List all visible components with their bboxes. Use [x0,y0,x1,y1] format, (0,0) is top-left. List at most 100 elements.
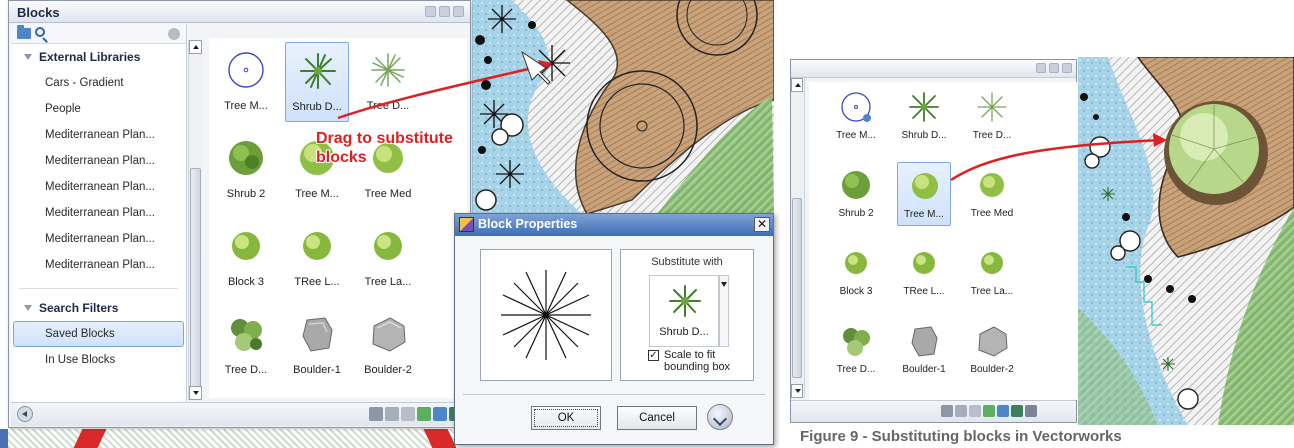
block-tile-selected[interactable]: Tree M... [897,162,951,226]
block-tile[interactable]: Tree D... [214,306,278,386]
block-tile[interactable]: TRee L... [897,240,951,304]
library-item[interactable]: Mediterranean Plan... [11,174,186,200]
block-tile[interactable]: Tree D... [829,318,883,382]
block-label: Shrub 2 [838,208,874,219]
blocks-scrollbar[interactable] [791,78,805,398]
block-tile[interactable]: Tree La... [356,218,420,298]
block-tile[interactable]: Block 3 [214,218,278,298]
folder-icon[interactable] [17,25,31,39]
block-tile[interactable]: Boulder-2 [965,318,1019,382]
block-tile[interactable]: Shrub 2 [214,130,278,210]
library-item[interactable]: Mediterranean Plan... [11,252,186,278]
substitute-block-picker[interactable]: Shrub D... [649,275,719,347]
boulder-icon [302,317,333,352]
shrub-spiky-icon [669,285,701,317]
block-view-icon[interactable] [401,407,415,421]
library-item[interactable]: Mediterranean Plan... [11,226,186,252]
export-icon[interactable] [1011,405,1023,417]
block-tile[interactable]: Block 3 [829,240,883,304]
block-view-icon[interactable] [941,405,953,417]
folder-icon[interactable] [433,407,447,421]
library-item[interactable]: Mediterranean Plan... [11,148,186,174]
block-tile[interactable]: TRee L... [285,218,349,298]
block-tile[interactable]: Tree M... [214,42,278,122]
block-tile[interactable]: Shrub D... [897,84,951,148]
dialog-title-bar[interactable]: Block Properties ✕ [455,214,773,236]
trash-icon[interactable] [1025,405,1037,417]
pin-icon[interactable] [425,6,436,17]
expand-options-button[interactable] [707,404,733,430]
scroll-down-button[interactable] [189,386,202,400]
site-plan-canvas-right[interactable] [1078,57,1294,425]
help-icon[interactable] [1049,63,1059,73]
scroll-up-button[interactable] [189,40,202,54]
block-view-icon[interactable] [955,405,967,417]
block-label: Boulder-1 [293,364,341,376]
scroll-down-button[interactable] [791,384,803,398]
block-tile[interactable]: Boulder-2 [356,306,420,386]
block-tile[interactable]: Tree La... [965,240,1019,304]
link-icon[interactable] [417,407,431,421]
tree-round-icon [845,252,867,274]
block-view-icon[interactable] [385,407,399,421]
close-icon[interactable] [1062,63,1072,73]
scale-to-fit-label: Scale to fit bounding box [664,349,731,373]
filter-saved-blocks[interactable]: Saved Blocks [13,321,184,347]
library-item[interactable]: Mediterranean Plan... [11,122,186,148]
folder-icon[interactable] [997,405,1009,417]
ok-button[interactable]: OK [531,406,601,430]
block-tile[interactable]: Shrub 2 [829,162,883,226]
link-icon[interactable] [983,405,995,417]
block-tile[interactable]: Boulder-1 [897,318,951,382]
block-view-icon[interactable] [969,405,981,417]
palette-title-bar[interactable]: Blocks [9,1,470,23]
block-label: Tree M... [836,130,876,141]
group-label: External Libraries [39,50,141,64]
group-external-libraries[interactable]: External Libraries [11,44,186,70]
drag-arrow-result [950,133,1167,182]
canvas-left-edge [0,429,8,448]
figure-caption: Figure 9 - Substituting blocks in Vector… [800,428,1122,445]
collapse-triangle-icon[interactable] [24,305,32,311]
filter-in-use-blocks[interactable]: In Use Blocks [11,347,186,373]
palette-title-bar[interactable] [791,60,1076,78]
block-label: Tree Med [970,208,1014,219]
blocks-scrollbar[interactable] [188,40,202,400]
tree-round-icon [912,173,938,199]
close-icon[interactable] [453,6,464,17]
collapse-sidebar-button[interactable] [17,406,33,422]
red-path-marker [73,429,107,448]
block-view-icon[interactable] [369,407,383,421]
pin-icon[interactable] [1036,63,1046,73]
sidebar-toolbar [11,24,186,44]
library-item[interactable]: Cars - Gradient [11,70,186,96]
divider [19,288,178,289]
scroll-thumb[interactable] [792,198,802,378]
scroll-up-button[interactable] [791,78,803,92]
clear-search-icon[interactable] [168,28,180,40]
library-sidebar: External Libraries Cars - Gradient Peopl… [11,24,187,402]
substitute-dropdown-button[interactable] [719,275,729,347]
shrub-spiky-icon [909,92,939,122]
scale-to-fit-checkbox[interactable]: ✓ [648,350,659,361]
library-item[interactable]: Mediterranean Plan... [11,200,186,226]
boulder-icon [911,326,938,357]
search-icon[interactable] [35,27,45,37]
site-plan-canvas-bottom[interactable] [8,429,458,448]
library-item[interactable]: People [11,96,186,122]
block-tile[interactable]: Tree M... [829,84,883,148]
block-tile[interactable]: Boulder-1 [285,306,349,386]
block-label: Tree M... [224,100,268,112]
close-icon[interactable]: ✕ [754,217,770,232]
blocks-palette-after: Tree M... Shrub D... Tree D... Shrub 2 T… [790,59,1079,423]
substitute-block-name: Shrub D... [659,326,709,338]
collapse-triangle-icon[interactable] [24,54,32,60]
block-label: Tree La... [970,286,1014,297]
scroll-thumb[interactable] [190,168,201,390]
cancel-button[interactable]: Cancel [617,406,697,430]
hatch-strip [8,429,458,448]
block-label: Tree Med [364,188,412,200]
group-search-filters[interactable]: Search Filters [11,295,186,321]
block-properties-dialog: Block Properties ✕ Substitute with Shrub… [454,213,774,445]
help-icon[interactable] [439,6,450,17]
